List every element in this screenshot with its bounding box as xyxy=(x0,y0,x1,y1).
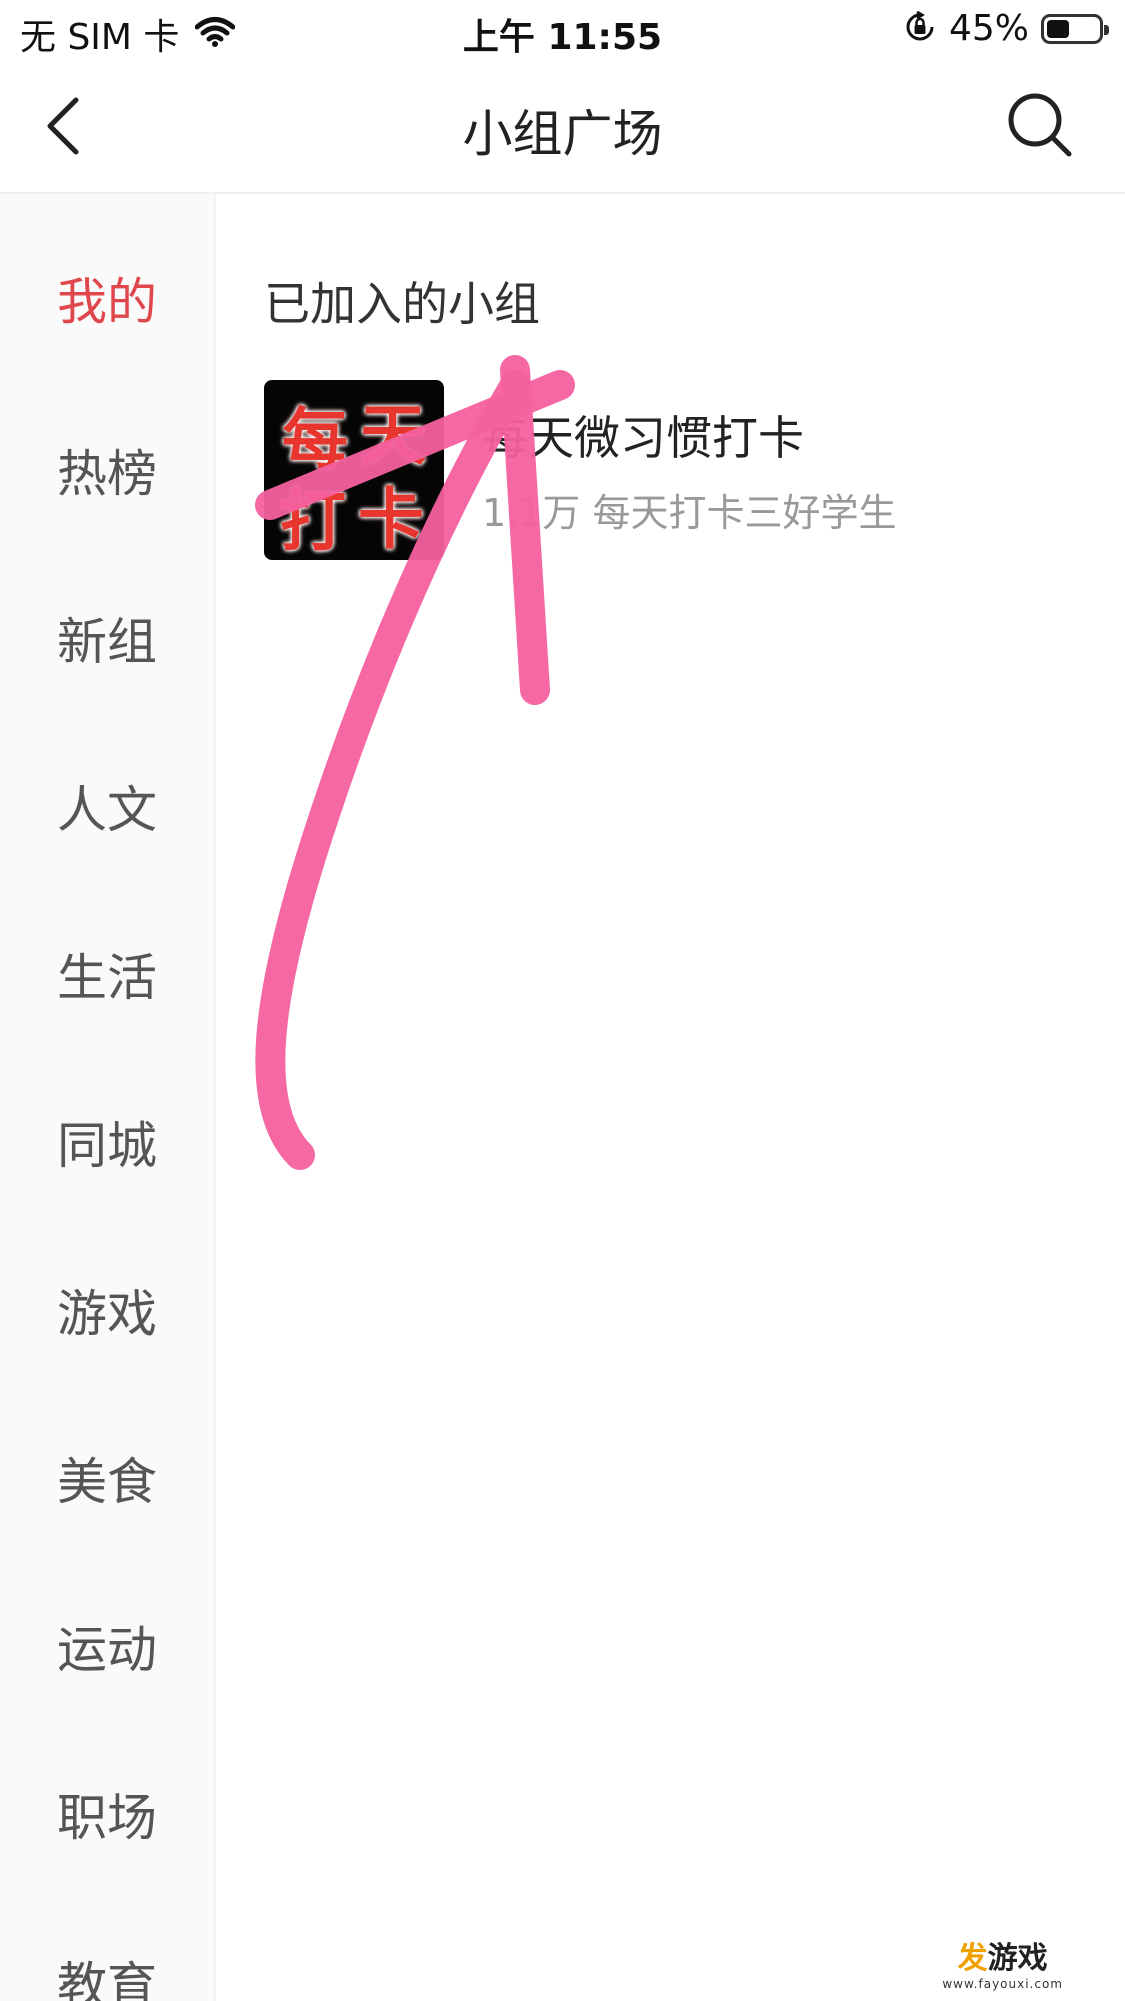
sidebar-item-label: 人文 xyxy=(57,781,157,839)
battery-tip xyxy=(1104,24,1109,35)
nav-bar: 小组广场 xyxy=(0,62,1125,194)
status-right: 45% xyxy=(903,8,1109,49)
battery-percent: 45% xyxy=(948,8,1029,49)
sidebar-item-mine[interactable]: 我的 xyxy=(0,262,214,342)
section-title: 已加入的小组 xyxy=(264,277,540,331)
sidebar-item-label: 美食 xyxy=(57,1453,157,1511)
watermark-logo: 发游戏 xyxy=(957,1941,1048,1976)
sidebar-item-label: 生活 xyxy=(57,949,157,1007)
search-icon xyxy=(1008,93,1072,157)
sidebar-item-hot[interactable]: 热榜 xyxy=(0,434,214,514)
battery-fill xyxy=(1047,19,1070,38)
sidebar-item-label: 我的 xyxy=(57,273,157,331)
sidebar-item-local[interactable]: 同城 xyxy=(0,1106,214,1186)
category-sidebar: 我的 热榜 新组 人文 生活 同城 游戏 美食 运动 职场 教育 xyxy=(0,194,216,2001)
sidebar-item-career[interactable]: 职场 xyxy=(0,1778,214,1858)
group-name: 每天微习惯打卡 xyxy=(482,411,804,465)
screen: 无 SIM 卡 上午 11:55 45% 小组广场 我的 热榜 新组 人文 生活… xyxy=(0,0,1125,2001)
sidebar-item-label: 游戏 xyxy=(57,1285,157,1343)
avatar-char: 天 xyxy=(360,396,426,474)
sidebar-item-sports[interactable]: 运动 xyxy=(0,1610,214,1690)
sidebar-item-label: 同城 xyxy=(57,1117,157,1175)
sidebar-item-label: 热榜 xyxy=(57,445,157,503)
sidebar-item-humanities[interactable]: 人文 xyxy=(0,770,214,850)
rotation-lock-icon xyxy=(903,10,937,48)
battery-icon xyxy=(1041,13,1109,44)
sidebar-item-label: 职场 xyxy=(57,1789,157,1847)
group-avatar: 每 天 打 卡 xyxy=(264,380,444,560)
sidebar-item-education[interactable]: 教育 xyxy=(0,1946,214,2001)
group-description: 1.1万 每天打卡三好学生 xyxy=(482,491,897,535)
sidebar-item-games[interactable]: 游戏 xyxy=(0,1274,214,1354)
sidebar-item-label: 运动 xyxy=(57,1621,157,1679)
sidebar-item-food[interactable]: 美食 xyxy=(0,1442,214,1522)
watermark-url: www.fayouxi.com xyxy=(942,1977,1063,1991)
sidebar-item-label: 新组 xyxy=(57,613,157,671)
avatar-char: 打 xyxy=(280,482,346,560)
sidebar-item-label: 教育 xyxy=(57,1957,157,2001)
avatar-char: 卡 xyxy=(358,480,424,558)
group-list-item[interactable]: 每 天 打 卡 每天微习惯打卡 1.1万 每天打卡三好学生 xyxy=(264,380,1084,560)
status-bar: 无 SIM 卡 上午 11:55 45% xyxy=(0,0,1125,62)
watermark: 发游戏 www.fayouxi.com xyxy=(942,1933,1063,1991)
sidebar-item-new[interactable]: 新组 xyxy=(0,602,214,682)
page-title: 小组广场 xyxy=(462,105,663,163)
sidebar-item-life[interactable]: 生活 xyxy=(0,938,214,1018)
main-content: 已加入的小组 每 天 打 卡 每天微习惯打卡 1.1万 每天打卡三好学生 xyxy=(216,194,1125,2001)
search-button[interactable] xyxy=(1005,90,1075,160)
